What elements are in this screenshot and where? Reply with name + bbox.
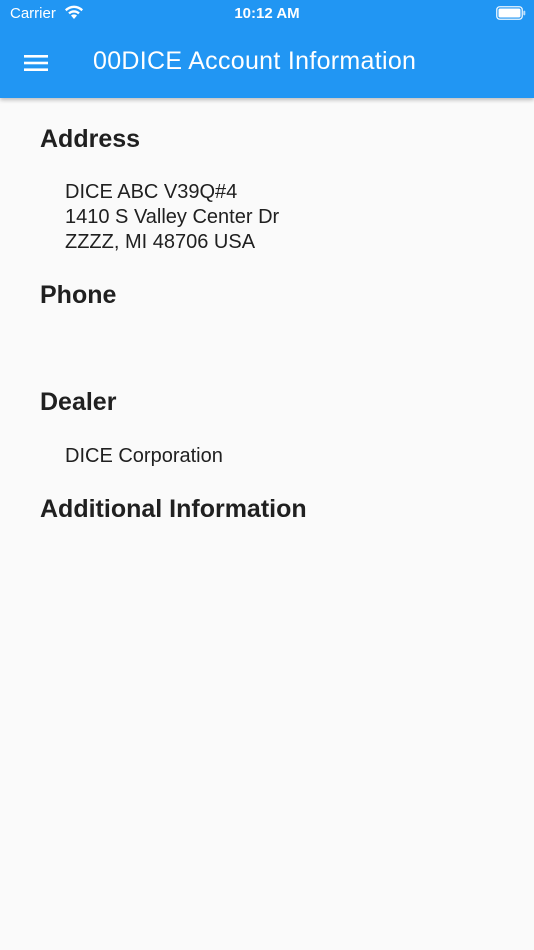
- app-bar: Carrier 10:12 AM 00DICE Account Informat…: [0, 0, 534, 98]
- additional-info-heading: Additional Information: [40, 495, 307, 523]
- dealer-name: DICE Corporation: [65, 445, 223, 467]
- toolbar: 00DICE Account Information: [0, 28, 534, 98]
- phone-heading: Phone: [40, 281, 117, 309]
- page-title: 00DICE Account Information: [93, 47, 417, 75]
- address-line-1: DICE ABC V39Q#4: [65, 181, 238, 203]
- address-line-3: ZZZZ, MI 48706 USA: [65, 231, 256, 253]
- clock: 10:12 AM: [234, 5, 300, 22]
- menu-icon: [24, 55, 48, 71]
- dealer-heading: Dealer: [40, 388, 117, 416]
- address-line-2: 1410 S Valley Center Dr: [65, 206, 280, 228]
- menu-button[interactable]: [16, 45, 56, 81]
- status-bar: Carrier 10:12 AM: [0, 0, 534, 28]
- address-heading: Address: [40, 125, 141, 153]
- battery-icon: [496, 6, 526, 20]
